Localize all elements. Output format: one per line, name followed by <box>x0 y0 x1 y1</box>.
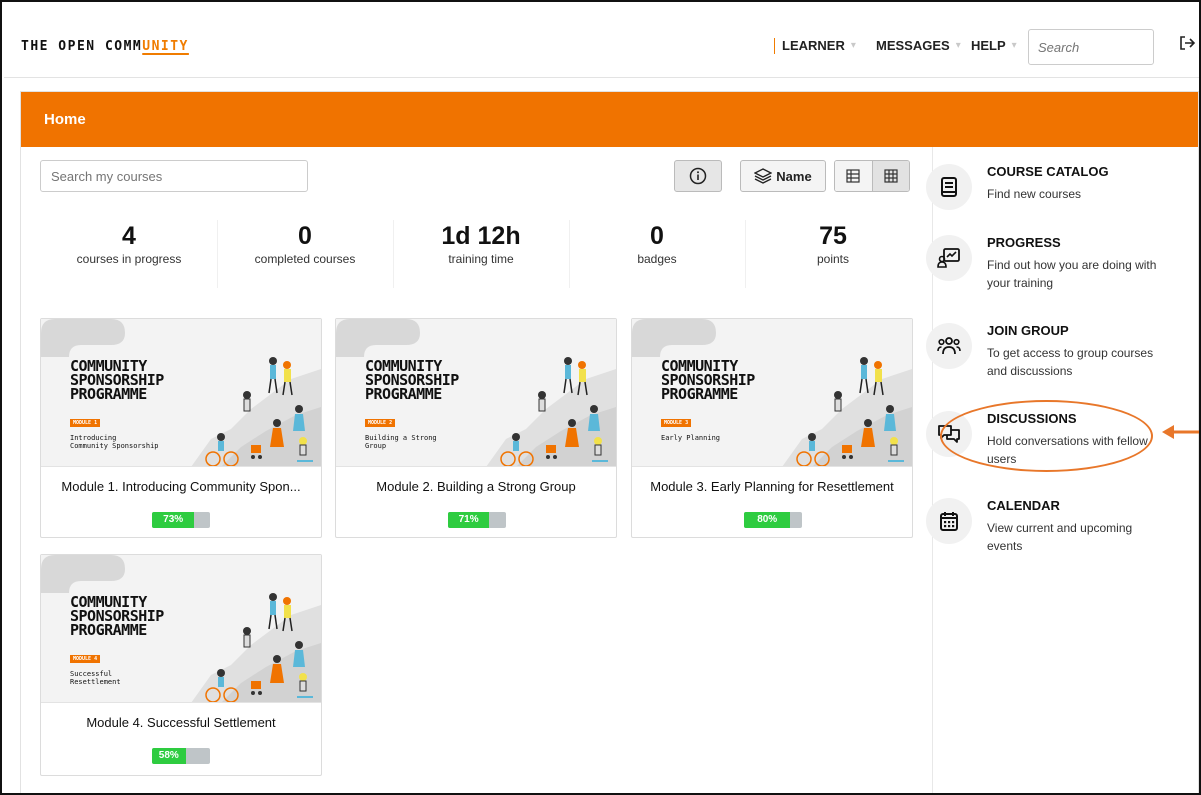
thumbnail-module-tag: MODULE 2 <box>365 419 396 427</box>
info-icon <box>689 167 707 185</box>
progress-icon <box>926 235 972 281</box>
course-card[interactable]: COMMUNITY SPONSORSHIP PROGRAMME MODULE 3 E… <box>631 318 913 538</box>
info-button[interactable] <box>674 160 722 192</box>
global-search-input[interactable] <box>1028 29 1154 65</box>
sidebar-item-description: Find out how you are doing with your tra… <box>987 258 1157 290</box>
layers-icon <box>754 168 773 184</box>
grid-view-button[interactable] <box>871 161 909 191</box>
sidebar-item-join-group[interactable]: JOIN GROUP To get access to group course… <box>926 323 1166 387</box>
sidebar-item-course-catalog[interactable]: COURSE CATALOG Find new courses <box>926 164 1166 220</box>
stat-value: 0 <box>298 222 312 250</box>
view-toggle <box>834 160 910 192</box>
thumbnail-subtitle: Successful Resettlement <box>70 670 121 686</box>
stat-label: points <box>816 252 850 266</box>
sidebar-item-title: JOIN GROUP <box>987 323 1069 338</box>
app-window: THE OPEN COMMUNITY LEARNER ▾ MESSAGES ▾ HE… <box>0 0 1201 795</box>
stat-label: training time <box>448 252 514 266</box>
sidebar-item-title: CALENDAR <box>987 498 1060 513</box>
stat-badges: 0 badges <box>569 220 745 266</box>
thumbnail-title: COMMUNITY SPONSORSHIP PROGRAMME <box>70 357 164 403</box>
logo-accent-text: UNITY <box>142 39 189 54</box>
course-progress-bar: 71% <box>448 512 506 528</box>
arrow-left-icon <box>1162 425 1199 439</box>
list-view-icon <box>846 169 860 183</box>
panel-header: Home <box>21 92 1198 147</box>
sidebar-item-calendar[interactable]: CALENDAR View current and upcoming event… <box>926 498 1166 562</box>
course-title[interactable]: Module 1. Introducing Community Spon... <box>41 479 321 494</box>
thumbnail-module-tag: MODULE 3 <box>661 419 692 427</box>
course-progress-bar: 58% <box>152 748 210 764</box>
sidebar-item-description: View current and upcoming events <box>987 521 1133 553</box>
course-progress-bar: 73% <box>152 512 210 528</box>
sidebar-item-description: Find new courses <box>987 187 1082 201</box>
stats-row: 4 courses in progress 0 completed course… <box>41 220 921 290</box>
stat-label: badges <box>637 252 677 266</box>
sort-label: Name <box>776 168 812 184</box>
stat-training-time: 1d 12h training time <box>393 220 569 266</box>
course-progress-bar: 80% <box>744 512 802 528</box>
logout-icon[interactable] <box>1178 34 1196 52</box>
thumbnail-subtitle: Building a Strong Group <box>365 434 437 450</box>
sidebar-item-progress[interactable]: PROGRESS Find out how you are doing with… <box>926 235 1166 299</box>
chevron-down-icon: ▾ <box>850 40 856 51</box>
thumbnail-subtitle: Introducing Community Sponsorship <box>70 434 159 450</box>
thumbnail-title: COMMUNITY SPONSORSHIP PROGRAMME <box>365 357 459 403</box>
course-card[interactable]: COMMUNITY SPONSORSHIP PROGRAMME MODULE 1 I… <box>40 318 322 538</box>
stat-courses-in-progress: 4 courses in progress <box>41 220 217 266</box>
thumbnail-subtitle: Early Planning <box>661 434 721 442</box>
progress-label: 71% <box>458 514 479 525</box>
stat-completed-courses: 0 completed courses <box>217 220 393 266</box>
thumbnail-title: COMMUNITY SPONSORSHIP PROGRAMME <box>70 593 164 639</box>
nav-messages[interactable]: MESSAGES ▾ <box>876 38 961 53</box>
course-card[interactable]: COMMUNITY SPONSORSHIP PROGRAMME MODULE 4 S… <box>40 554 322 776</box>
book-icon <box>926 164 972 210</box>
course-title[interactable]: Module 3. Early Planning for Resettlemen… <box>632 479 912 494</box>
group-icon <box>926 323 972 369</box>
stat-value: 1d 12h <box>441 222 521 250</box>
stat-value: 0 <box>650 222 664 250</box>
stat-points: 75 points <box>745 220 921 266</box>
site-logo[interactable]: THE OPEN COMMUNITY <box>21 39 189 54</box>
logo-text: THE OPEN COMM <box>21 39 143 54</box>
sidebar-item-title: COURSE CATALOG <box>987 164 1109 179</box>
sidebar-item-description: To get access to group courses and discu… <box>987 346 1154 378</box>
list-view-button[interactable] <box>835 161 872 191</box>
course-thumbnail: COMMUNITY SPONSORSHIP PROGRAMME MODULE 2 B… <box>336 319 616 467</box>
stat-label: completed courses <box>254 252 356 266</box>
course-thumbnail: COMMUNITY SPONSORSHIP PROGRAMME MODULE 3 E… <box>632 319 912 467</box>
calendar-icon <box>926 498 972 544</box>
thumbnail-module-tag: MODULE 1 <box>70 419 101 427</box>
course-thumbnail: COMMUNITY SPONSORSHIP PROGRAMME MODULE 4 S… <box>41 555 321 703</box>
nav-messages-label: MESSAGES <box>876 38 950 53</box>
progress-label: 73% <box>163 514 184 525</box>
top-bar: THE OPEN COMMUNITY LEARNER ▾ MESSAGES ▾ HE… <box>4 4 1199 78</box>
nav-help-label: HELP <box>971 38 1006 53</box>
thumbnail-title: COMMUNITY SPONSORSHIP PROGRAMME <box>661 357 755 403</box>
nav-separator <box>774 38 775 54</box>
chevron-down-icon: ▾ <box>955 40 961 51</box>
progress-label: 80% <box>757 514 778 525</box>
page-title: Home <box>44 111 86 128</box>
stat-value: 4 <box>122 222 136 250</box>
course-search-input[interactable] <box>40 160 308 192</box>
highlight-ellipse <box>940 400 1153 472</box>
nav-learner[interactable]: LEARNER ▾ <box>782 38 856 53</box>
nav-learner-label: LEARNER <box>782 38 845 53</box>
grid-view-icon <box>884 169 898 183</box>
course-title[interactable]: Module 4. Successful Settlement <box>41 715 321 730</box>
progress-label: 58% <box>158 750 179 761</box>
nav-help[interactable]: HELP ▾ <box>971 38 1017 53</box>
sort-button[interactable]: Name <box>740 160 826 192</box>
chevron-down-icon: ▾ <box>1011 40 1017 51</box>
stat-label: courses in progress <box>76 252 182 266</box>
course-thumbnail: COMMUNITY SPONSORSHIP PROGRAMME MODULE 1 I… <box>41 319 321 467</box>
sidebar-item-title: PROGRESS <box>987 235 1061 250</box>
course-card[interactable]: COMMUNITY SPONSORSHIP PROGRAMME MODULE 2 B… <box>335 318 617 538</box>
course-title[interactable]: Module 2. Building a Strong Group <box>336 479 616 494</box>
stat-value: 75 <box>819 222 847 250</box>
thumbnail-module-tag: MODULE 4 <box>70 655 101 663</box>
